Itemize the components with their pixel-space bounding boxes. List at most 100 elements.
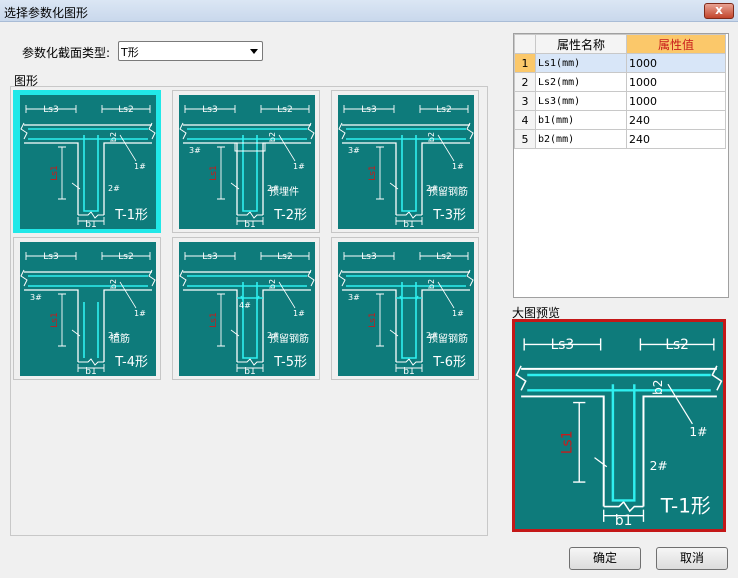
section-diagram: Ls3 Ls2b1b2Ls1 1#2#3#植筋T-4形	[20, 242, 156, 376]
dim-label-b1: b1	[403, 220, 414, 229]
tile-note-label: 预留钢筋	[428, 185, 468, 198]
tile-caption: T-1形	[660, 495, 711, 518]
section-diagram: Ls3 Ls2b1b2Ls1 1#2#3#预埋件T-2形	[179, 95, 315, 229]
dim-label-ls1: Ls1	[50, 165, 60, 180]
dim-label-b2: b2	[651, 379, 665, 395]
shape-tile-t-1[interactable]: Ls3 Ls2 b1 b2 Ls1 1# 2# T-1形	[13, 90, 161, 233]
window-title: 选择参数化图形	[4, 6, 89, 20]
property-name: b2(mm)	[535, 129, 627, 149]
grid-row[interactable]: 5 b2(mm) 240	[514, 129, 726, 149]
tile-note-label: 预埋件	[269, 186, 299, 198]
dim-label-b1: b1	[403, 367, 414, 376]
section-diagram: Ls3 Ls2b1b2Ls1 1#2#4#预留钢筋T-5形	[179, 242, 315, 376]
tile-caption: T-1形	[114, 208, 148, 223]
grid-row[interactable]: 3 Ls3(mm) 1000	[514, 91, 726, 111]
dim-label-b1: b1	[244, 367, 255, 376]
dim-label-ls3: Ls3	[202, 105, 217, 115]
rebar-label: 3#	[348, 146, 360, 155]
dim-label-ls1: Ls1	[50, 312, 60, 327]
dim-label-b1: b1	[85, 367, 96, 376]
rebar-label: 4#	[239, 301, 251, 310]
property-value[interactable]: 1000	[626, 53, 726, 73]
tile-note-label: 预留钢筋	[428, 332, 468, 345]
dim-label-ls3: Ls3	[361, 105, 376, 115]
grid-header-row: 属性名称 属性值	[514, 34, 726, 54]
rebar-label: 3#	[30, 293, 42, 302]
section-type-value: T形	[121, 46, 139, 59]
property-grid[interactable]: 属性名称 属性值 1 Ls1(mm) 1000 2 Ls2(mm) 1000 3…	[513, 33, 729, 298]
rebar-label: 2#	[108, 184, 120, 193]
property-name: Ls3(mm)	[535, 91, 627, 111]
tile-caption: T-3形	[432, 208, 466, 223]
section-diagram: Ls3 Ls2 b1 b2 Ls1 1# 2# T-1形	[20, 95, 156, 229]
dim-label-ls1: Ls1	[368, 312, 378, 327]
property-name: b1(mm)	[535, 110, 627, 130]
grid-row[interactable]: 4 b1(mm) 240	[514, 110, 726, 130]
section-type-label: 参数化截面类型:	[22, 46, 111, 60]
dim-label-b2: b2	[268, 132, 277, 142]
property-value[interactable]: 1000	[626, 72, 726, 92]
row-index: 2	[514, 72, 536, 92]
tile-caption: T-4形	[114, 355, 148, 370]
rebar-label: 1#	[134, 309, 146, 318]
ok-button[interactable]: 确定	[569, 547, 641, 570]
dim-label-ls1: Ls1	[368, 165, 378, 180]
dim-label-ls3: Ls3	[43, 105, 58, 115]
dim-label-ls3: Ls3	[361, 252, 376, 262]
shape-tile-t-2[interactable]: Ls3 Ls2 b1 b2 Ls1 1# 2# 3# 预埋件 T-2形	[172, 90, 320, 233]
property-name: Ls1(mm)	[535, 53, 627, 73]
preview-image: Ls3 Ls2 b1 b2 Ls1 1# 2# T-1形	[512, 319, 726, 532]
property-value[interactable]: 240	[626, 110, 726, 130]
preview-drawing: Ls3 Ls2 b1 b2 Ls1 1# 2# T-1形	[515, 323, 723, 529]
row-index: 3	[514, 91, 536, 111]
rebar-label: 3#	[348, 293, 360, 302]
rebar-label: 1#	[689, 425, 707, 439]
shape-tile-t-6[interactable]: Ls3 Ls2 b1 b2 Ls1 1# 2# 3# 预留钢筋 T-6形	[331, 237, 479, 380]
dim-label-ls3: Ls3	[43, 252, 58, 262]
dim-label-b1: b1	[244, 220, 255, 229]
section-diagram: Ls3 Ls2 b1 b2 Ls1 1# 2# T-1形	[515, 323, 723, 529]
cancel-button[interactable]: 取消	[656, 547, 728, 570]
property-name: Ls2(mm)	[535, 72, 627, 92]
dim-label-ls2: Ls2	[118, 105, 133, 115]
property-value[interactable]: 1000	[626, 91, 726, 111]
dim-label-b2: b2	[427, 279, 436, 289]
grid-row[interactable]: 1 Ls1(mm) 1000	[514, 53, 726, 73]
rebar-label: 1#	[293, 162, 305, 171]
shape-tile-t-5[interactable]: Ls3 Ls2 b1 b2 Ls1 1# 2# 4# 预留钢筋 T-5形	[172, 237, 320, 380]
grid-header-name: 属性名称	[535, 34, 627, 54]
dim-label-b2: b2	[109, 279, 118, 289]
tile-drawing: Ls3 Ls2b1b2Ls1 1#2#4#预留钢筋T-5形	[179, 242, 315, 376]
row-index: 4	[514, 110, 536, 130]
shape-tile-t-4[interactable]: Ls3 Ls2 b1 b2 Ls1 1# 2# 3# 植筋 T-4形	[13, 237, 161, 380]
grid-header-value: 属性值	[626, 34, 726, 54]
rebar-label: 1#	[452, 309, 464, 318]
dim-label-ls3: Ls3	[202, 252, 217, 262]
tile-drawing: Ls3 Ls2 b1 b2 Ls1 1# 2# T-1形	[20, 95, 156, 229]
row-index: 5	[514, 129, 536, 149]
chevron-down-icon	[250, 49, 258, 54]
dim-label-ls2: Ls2	[277, 105, 292, 115]
grid-row[interactable]: 2 Ls2(mm) 1000	[514, 72, 726, 92]
grid-header-index	[514, 34, 536, 54]
dim-label-ls2: Ls2	[277, 252, 292, 262]
section-type-select[interactable]: T形	[118, 41, 263, 61]
property-value[interactable]: 240	[626, 129, 726, 149]
rebar-label: 1#	[293, 309, 305, 318]
title-bar: 选择参数化图形 x	[0, 0, 738, 22]
tile-note-label: 植筋	[110, 332, 130, 345]
dim-label-ls3: Ls3	[551, 337, 575, 353]
rebar-label: 1#	[134, 162, 146, 171]
dim-label-ls2: Ls2	[118, 252, 133, 262]
section-diagram: Ls3 Ls2b1b2Ls1 1#2#3#预留钢筋T-3形	[338, 95, 474, 229]
dim-label-ls2: Ls2	[665, 337, 689, 353]
tile-drawing: Ls3 Ls2b1b2Ls1 1#2#3#植筋T-4形	[20, 242, 156, 376]
tile-drawing: Ls3 Ls2b1b2Ls1 1#2#3#预留钢筋T-3形	[338, 95, 474, 229]
shape-tile-t-3[interactable]: Ls3 Ls2 b1 b2 Ls1 1# 2# 3# 预留钢筋 T-3形	[331, 90, 479, 233]
rebar-label: 1#	[452, 162, 464, 171]
close-button[interactable]: x	[704, 3, 734, 19]
dim-label-b2: b2	[268, 279, 277, 289]
dim-label-b1: b1	[85, 220, 96, 229]
dim-label-b2: b2	[109, 132, 118, 142]
dim-label-ls1: Ls1	[560, 431, 576, 455]
